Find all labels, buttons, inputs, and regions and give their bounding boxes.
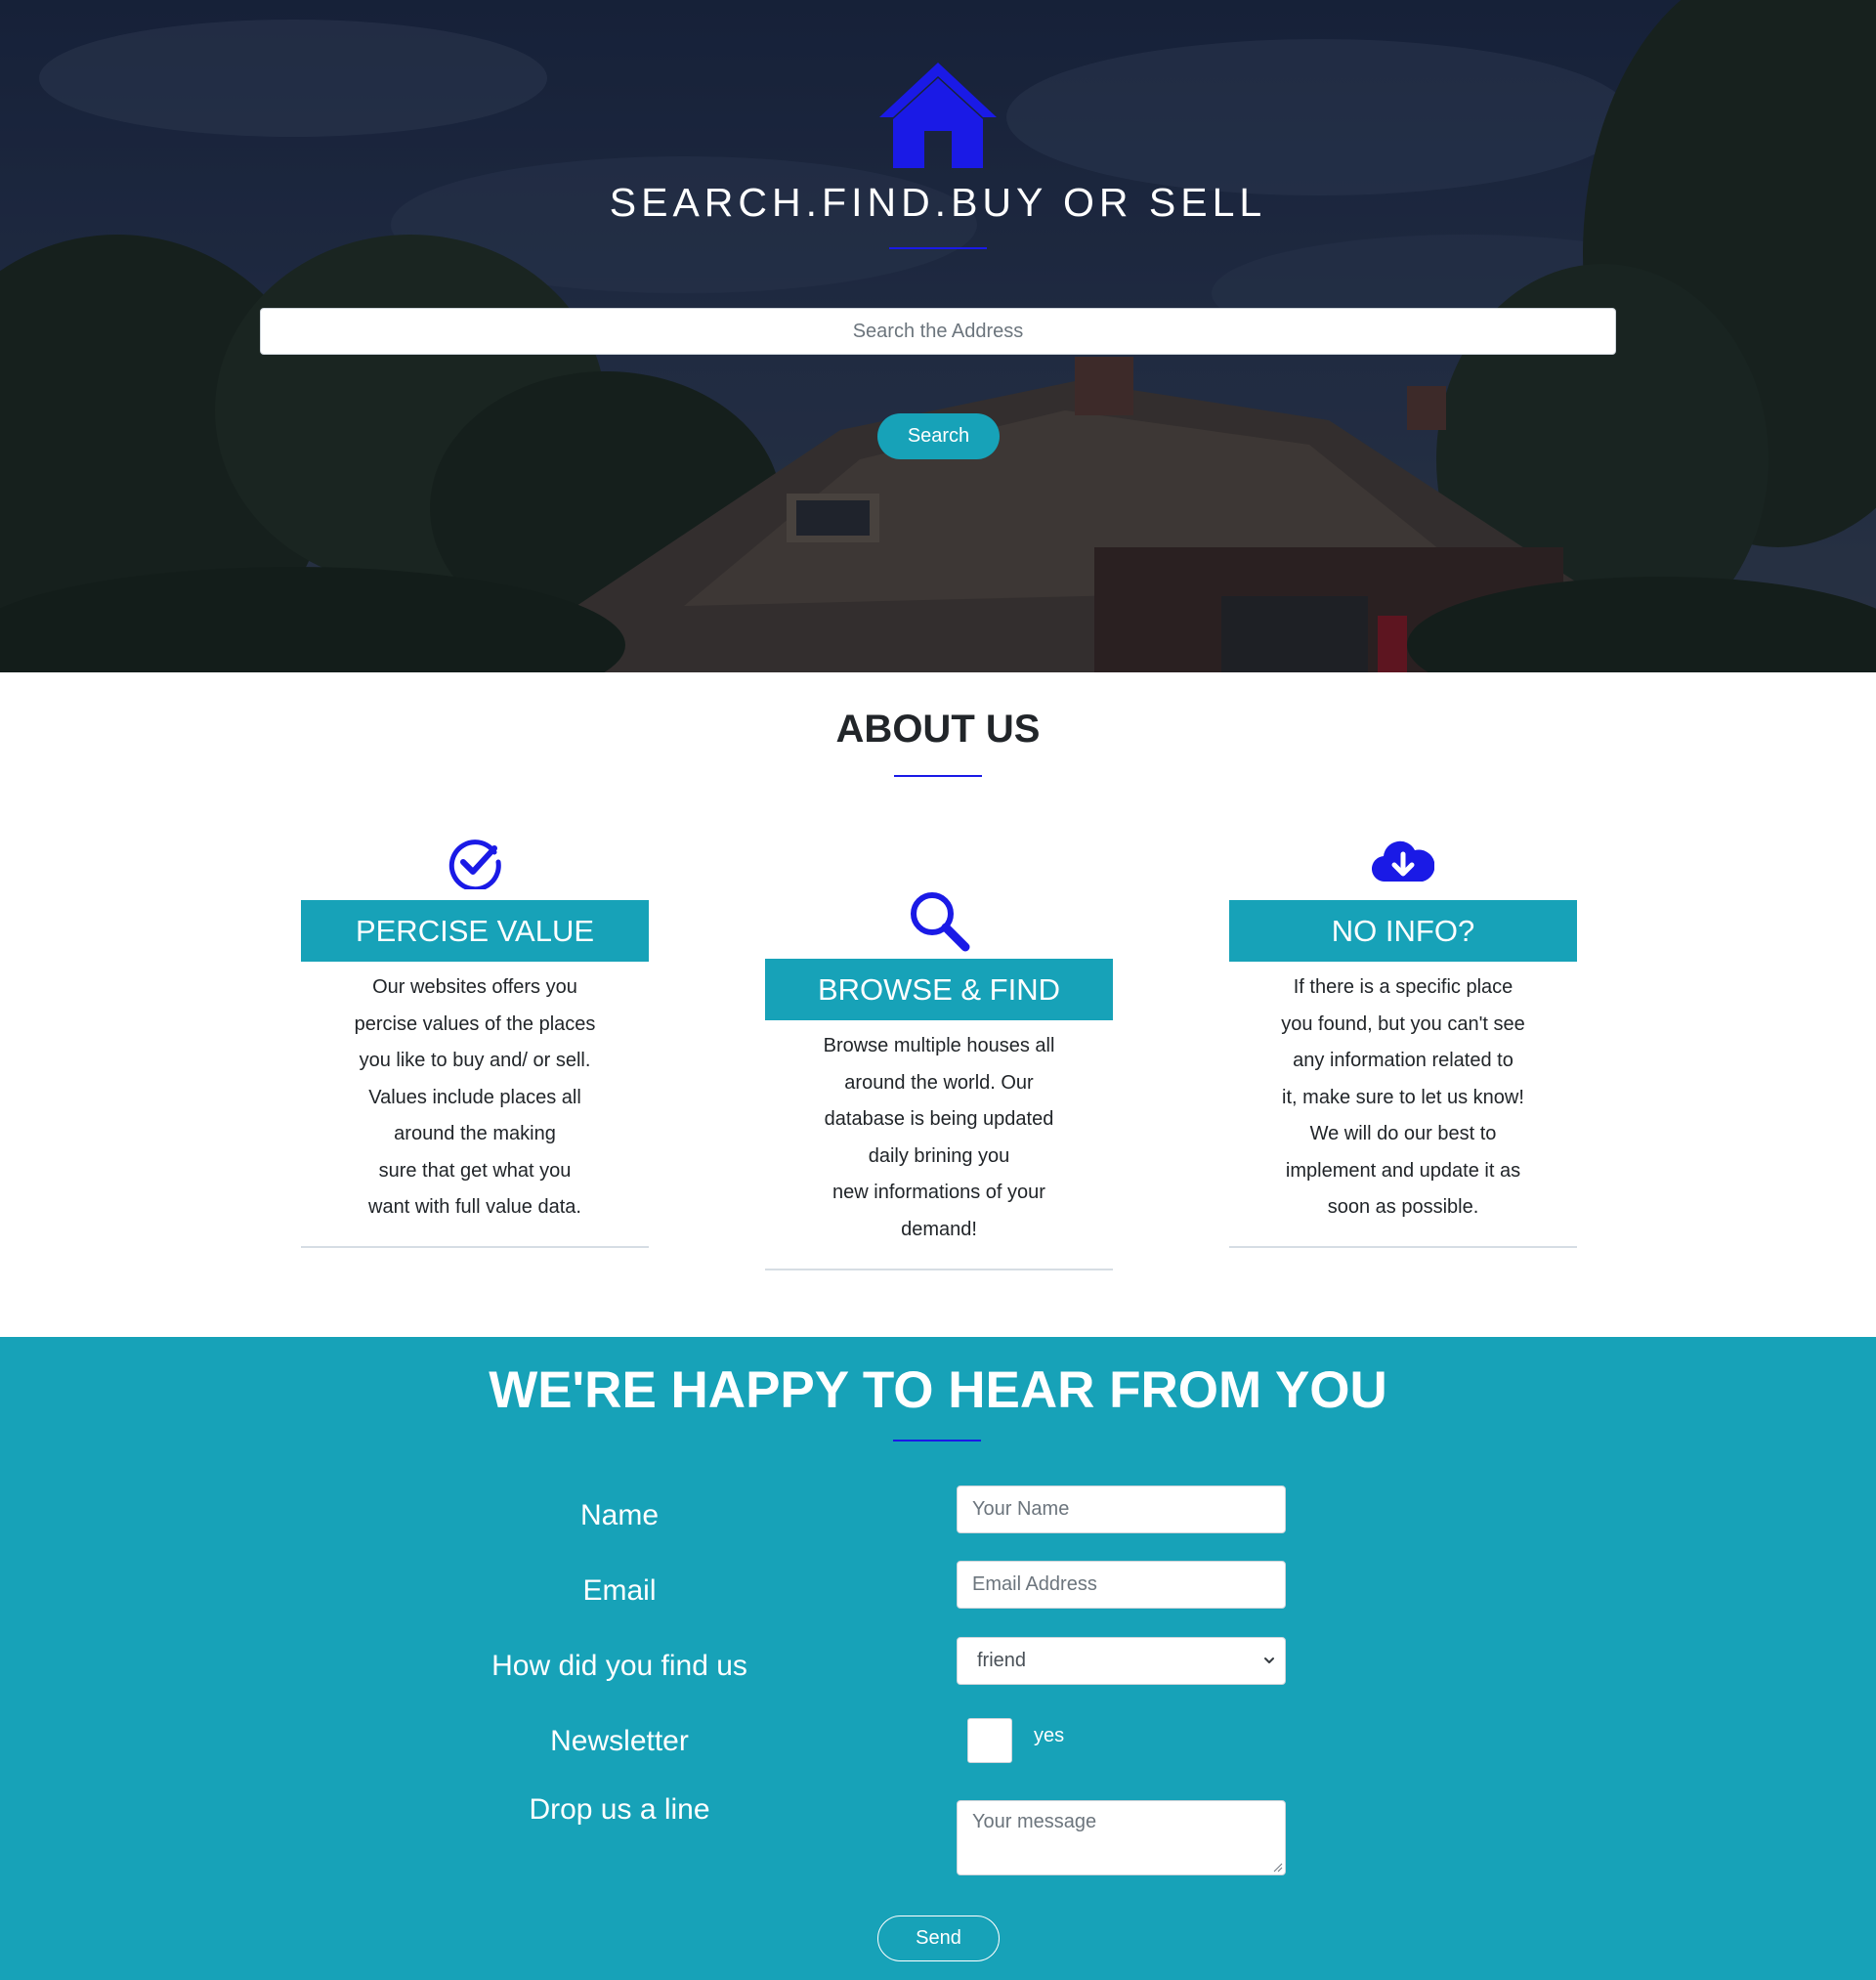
card-body: Browse multiple houses all around the wo… <box>765 1028 1113 1248</box>
card-text-line: around the making <box>394 1123 556 1144</box>
about-title: ABOUT US <box>835 708 1041 751</box>
newsletter-label: Newsletter <box>550 1725 689 1757</box>
card-text-line: you found, but you can't see <box>1281 1012 1525 1035</box>
chevron-down-icon <box>1264 1657 1274 1663</box>
email-label: Email <box>582 1574 657 1607</box>
card-text-line: Values include places all <box>368 1086 581 1108</box>
cloud-download-icon <box>1372 840 1434 882</box>
card-text-line: database is being updated <box>824 1108 1054 1130</box>
card-text-line: sure that get what you <box>378 1159 572 1182</box>
newsletter-option-label: yes <box>1034 1725 1065 1746</box>
card-text-line: daily brining you <box>868 1144 1010 1167</box>
hero-section: SEARCH.FIND.BUY OR SELL Search <box>0 0 1876 672</box>
home-icon <box>879 63 997 168</box>
card-text-line: implement and update it as <box>1285 1159 1521 1182</box>
find-us-label: How did you find us <box>491 1650 747 1682</box>
find-us-select[interactable]: friend <box>957 1637 1286 1685</box>
card-heading: NO INFO? <box>1229 900 1577 962</box>
card-text-line: it, make sure to let us know! <box>1282 1086 1524 1108</box>
search-icon <box>911 892 970 952</box>
card-heading: BROWSE & FIND <box>765 959 1113 1020</box>
about-card-browse-find: BROWSE & FIND Browse multiple houses all… <box>765 884 1113 1275</box>
card-text-line: Browse multiple houses all <box>823 1035 1055 1056</box>
message-textarea[interactable] <box>957 1800 1286 1875</box>
contact-section: WE'RE HAPPY TO HEAR FROM YOU <box>0 1337 1876 1980</box>
card-divider <box>301 1246 649 1248</box>
email-field[interactable] <box>957 1561 1286 1609</box>
card-text-line: soon as possible. <box>1327 1196 1479 1218</box>
about-card-percise-value: PERCISE VALUE Our websites offers you pe… <box>301 831 649 1251</box>
card-text-line: want with full value data. <box>368 1196 581 1218</box>
card-body: Our websites offers you percise values o… <box>301 969 649 1227</box>
name-field[interactable] <box>957 1485 1286 1533</box>
address-search-input[interactable] <box>260 308 1616 355</box>
card-divider <box>1229 1246 1577 1248</box>
card-text-line: any information related to <box>1293 1050 1514 1071</box>
card-body: If there is a specific place you found, … <box>1229 969 1577 1227</box>
find-us-selected-value: friend <box>977 1650 1027 1671</box>
card-text-line: We will do our best to <box>1309 1123 1497 1144</box>
about-title-underline <box>894 775 982 777</box>
card-heading: PERCISE VALUE <box>301 900 649 962</box>
about-card-no-info: NO INFO? If there is a specific place yo… <box>1229 831 1577 1251</box>
card-text-line: percise values of the places <box>354 1012 596 1035</box>
hero-title: SEARCH.FIND.BUY OR SELL <box>609 180 1267 225</box>
card-text-line: Our websites offers you <box>372 976 577 998</box>
card-text-line: If there is a specific place <box>1293 976 1514 998</box>
contact-title-underline <box>893 1440 981 1442</box>
search-button[interactable]: Search <box>877 413 1000 459</box>
card-text-line: new informations of your <box>832 1182 1045 1203</box>
name-label: Name <box>579 1499 660 1531</box>
card-text-line: demand! <box>901 1218 977 1240</box>
contact-title: WE'RE HAPPY TO HEAR FROM YOU <box>489 1361 1387 1419</box>
hero-title-underline <box>889 247 987 249</box>
check-circle-icon <box>448 839 501 889</box>
card-text-line: around the world. Our <box>844 1071 1034 1094</box>
resize-grip-icon[interactable] <box>1273 1863 1283 1872</box>
send-button[interactable]: Send <box>877 1915 1000 1961</box>
message-label: Drop us a line <box>529 1793 710 1826</box>
card-text-line: you like to buy and/ or sell. <box>359 1050 591 1071</box>
card-divider <box>765 1269 1113 1270</box>
newsletter-checkbox[interactable] <box>967 1718 1012 1763</box>
